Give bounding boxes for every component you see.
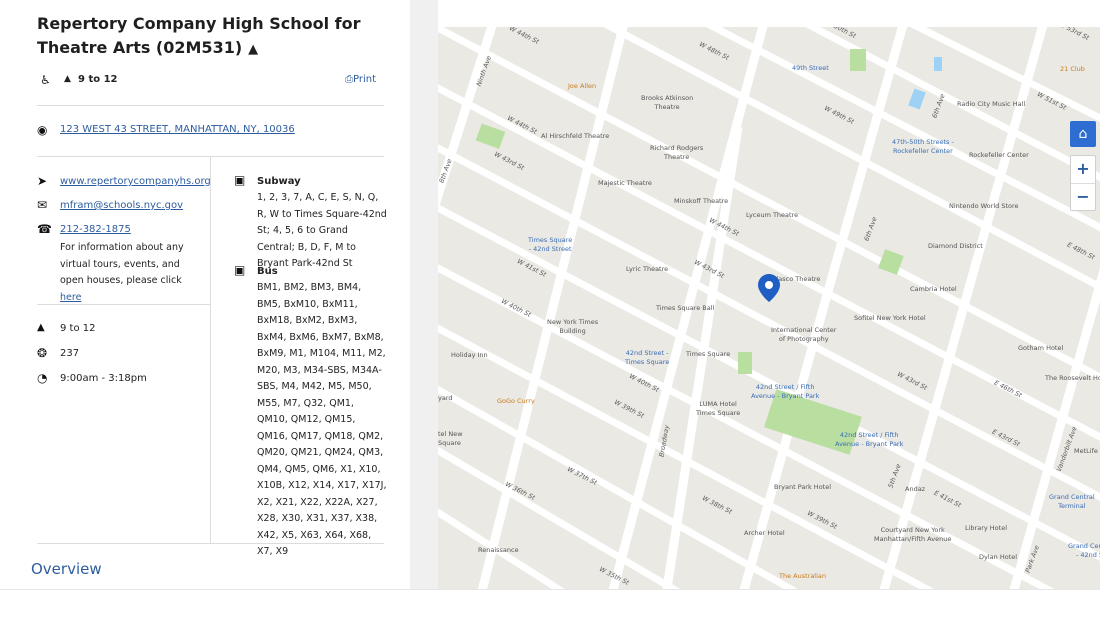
poi-label: 42nd Street / Fifth Avenue - Bryant Park: [835, 431, 904, 448]
poi-label: Al Hirschfeld Theatre: [541, 132, 610, 140]
poi-label: Times Square Ball: [656, 304, 715, 312]
divider: [37, 105, 384, 106]
navigation-arrow-icon: ➤: [37, 174, 48, 188]
printer-icon: ⎙: [344, 74, 353, 85]
poi-label: Joe Allen: [568, 82, 597, 90]
map-top-margin: [438, 0, 1100, 27]
poi-label: Courtyard New York Manhattan/Fifth Avenue: [874, 526, 952, 543]
graduation-cap-icon: ▲: [37, 322, 45, 333]
phone-link[interactable]: 212-382-1875: [60, 224, 131, 235]
divider: [37, 304, 210, 305]
poi-label: Sofitel New York Hotel: [854, 314, 926, 322]
poi-label: Majestic Theatre: [598, 179, 652, 187]
zoom-in-button[interactable]: +: [1071, 156, 1095, 183]
map-streets: [438, 27, 1100, 589]
email-text[interactable]: mfram@schools.nyc.gov: [60, 200, 183, 211]
bus-heading: Bus: [257, 266, 278, 277]
poi-label: Radio City Music Hall: [957, 100, 1026, 108]
bus-icon: ▣: [234, 263, 246, 277]
home-icon[interactable]: ⌂: [1070, 121, 1096, 147]
poi-label: tel New Square: [438, 430, 463, 447]
enrollment: 237: [60, 348, 80, 359]
poi-label: 21 Club: [1060, 65, 1085, 73]
poi-label: Cambria Hotel: [910, 285, 957, 293]
subway-lines: 1, 2, 3, 7, A, C, E, S, N, Q, R, W to Ti…: [257, 192, 387, 269]
chevron-up-icon[interactable]: ▲: [248, 38, 258, 62]
subway-heading: Subway: [257, 176, 301, 187]
graduation-cap-icon: ▲: [64, 74, 71, 84]
train-icon: ▣: [234, 173, 246, 187]
phone-text[interactable]: 212-382-1875: [60, 224, 131, 235]
poi-label: 42nd Street / Fifth Avenue - Bryant Park: [751, 383, 820, 400]
clock-icon: ◔: [37, 371, 48, 385]
map-pin-icon: ◉: [37, 123, 48, 137]
poi-label: Lyceum Theatre: [746, 211, 799, 219]
poi-label: 49th Street: [792, 64, 829, 72]
school-title-text: Repertory Company High School for Theatr…: [37, 14, 361, 57]
poi-label: Nintendo World Store: [949, 202, 1019, 210]
poi-label: Renaissance: [478, 546, 519, 554]
poi-label: Grand Central Terminal: [1049, 493, 1095, 510]
info-here-link[interactable]: here: [60, 292, 81, 303]
school-location-pin[interactable]: [758, 274, 780, 302]
panel-gutter: [410, 0, 438, 589]
map[interactable]: W 44th St W 48th St 50th St W 49th St W …: [438, 27, 1100, 589]
wheelchair-icon: ♿: [40, 73, 51, 87]
poi-label: Holiday Inn: [451, 351, 488, 359]
poi-label: Bryant Park Hotel: [774, 483, 832, 491]
page: Repertory Company High School for Theatr…: [0, 0, 1100, 619]
poi-label: 47th-50th Streets - Rockefeller Center: [892, 138, 954, 155]
zoom-controls: + −: [1070, 155, 1096, 211]
poi-label: Richard Rodgers Theatre: [650, 144, 704, 161]
grades: 9 to 12: [60, 323, 96, 334]
zoom-out-button[interactable]: −: [1071, 184, 1095, 211]
poi-label: GoGo Curry: [497, 397, 535, 405]
people-icon: ❂: [37, 346, 48, 360]
grade-range-short: 9 to 12: [78, 74, 118, 85]
print-link[interactable]: ⎙Print: [345, 74, 376, 85]
poi-label: Diamond District: [928, 242, 983, 250]
poi-label: yard: [438, 394, 453, 402]
poi-label: Gotham Hotel: [1018, 344, 1064, 352]
email-link[interactable]: mfram@schools.nyc.gov: [60, 200, 183, 211]
poi-label: LUMA Hotel Times Square: [696, 400, 741, 417]
address-link[interactable]: 123 WEST 43 STREET, MANHATTAN, NY, 10036: [60, 124, 295, 135]
virtual-tour-info: For information about any virtual tours,…: [60, 240, 205, 306]
poi-label: Lyric Theatre: [626, 265, 669, 273]
website-link[interactable]: www.repertorycompanyhs.org: [60, 176, 211, 187]
poi-label: Minskoff Theatre: [674, 197, 729, 205]
address-text[interactable]: 123 WEST 43 STREET, MANHATTAN, NY, 10036: [60, 124, 295, 135]
poi-label: Andaz: [905, 485, 926, 493]
website-text[interactable]: www.repertorycompanyhs.org: [60, 176, 211, 187]
poi-label: The Australian: [779, 572, 827, 580]
poi-label: Library Hotel: [965, 524, 1008, 532]
poi-label: Rockefeller Center: [969, 151, 1029, 159]
envelope-icon: ✉: [37, 198, 48, 212]
school-hours: 9:00am - 3:18pm: [60, 373, 147, 384]
poi-label: The Roosevelt Hotel: [1045, 374, 1100, 382]
poi-label: Archer Hotel: [744, 529, 785, 537]
poi-label: Times Square: [686, 350, 731, 358]
bus-lines: BM1, BM2, BM3, BM4, BM5, BxM10, BxM11, B…: [257, 282, 387, 557]
school-info-panel: Repertory Company High School for Theatr…: [0, 0, 410, 589]
poi-label: New York Times Building: [547, 318, 599, 335]
poi-label: Times Square - 42nd Street: [528, 236, 573, 253]
summary-row: ♿ ▲ 9 to 12 ⎙Print: [40, 73, 380, 91]
column-divider: [210, 157, 211, 543]
info-text: For information about any virtual tours,…: [60, 242, 184, 286]
bottom-margin: [0, 589, 1100, 619]
poi-label: Dylan Hotel: [979, 553, 1018, 561]
poi-label: Brooks Atkinson Theatre: [641, 94, 694, 111]
poi-label: 42nd Street - Times Square: [625, 349, 670, 366]
overview-tab[interactable]: Overview: [31, 560, 102, 578]
poi-label: International Center of Photography: [771, 326, 837, 343]
divider: [37, 543, 384, 544]
phone-icon: ☎: [37, 222, 52, 236]
poi-label: MetLife: [1074, 447, 1098, 455]
print-label: Print: [352, 74, 376, 85]
poi-label: Grand Central- 42nd St: [1068, 542, 1100, 559]
school-title: Repertory Company High School for Theatr…: [37, 12, 397, 62]
